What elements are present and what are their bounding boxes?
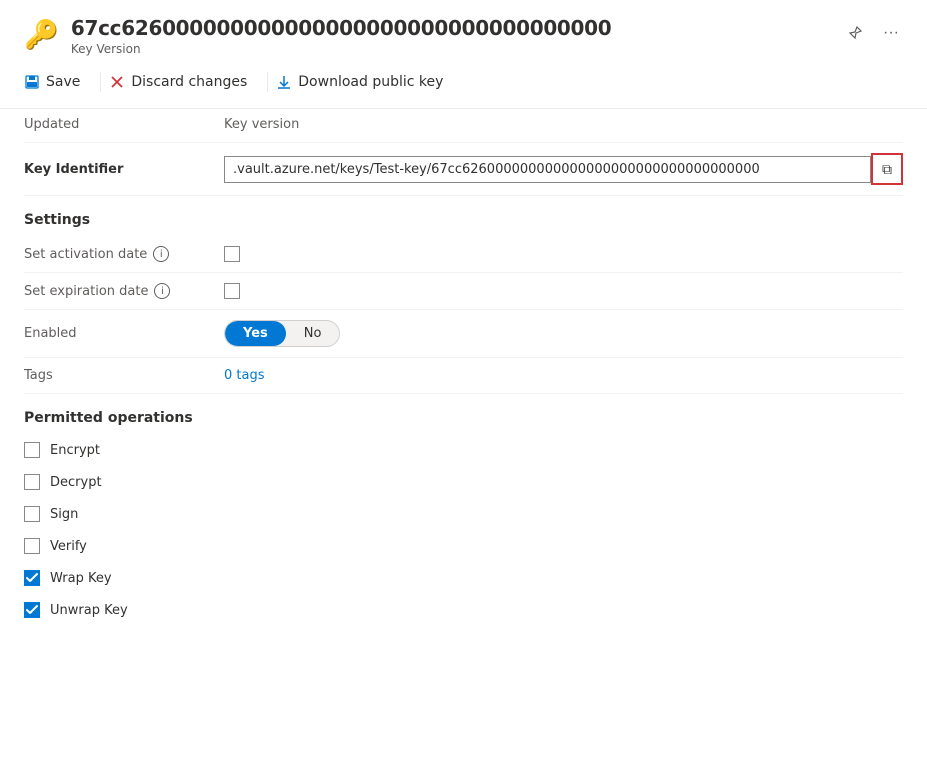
page-title: 67cc626000000000000000000000000000000000 [71, 16, 831, 40]
copy-button[interactable]: ⧉ [871, 153, 903, 185]
expiration-date-value [224, 283, 903, 299]
page-subtitle: Key Version [71, 42, 831, 56]
tags-label: Tags [24, 368, 224, 383]
wrap-key-row: Wrap Key [24, 562, 903, 594]
updated-text: Key version [224, 117, 299, 132]
verify-label: Verify [50, 539, 87, 554]
save-label: Save [46, 74, 80, 90]
download-label: Download public key [298, 74, 443, 90]
decrypt-row: Decrypt [24, 466, 903, 498]
expiration-info-icon[interactable]: i [154, 283, 170, 299]
encrypt-label: Encrypt [50, 443, 100, 458]
activation-date-value [224, 246, 903, 262]
permitted-operations-heading: Permitted operations [24, 394, 903, 434]
discard-label: Discard changes [131, 74, 247, 90]
unwrap-key-label: Unwrap Key [50, 603, 128, 618]
unwrap-key-check-icon [24, 602, 40, 618]
content-area: Updated Key version Key Identifier ⧉ Set… [0, 109, 927, 626]
activation-info-icon[interactable]: i [153, 246, 169, 262]
activation-date-label: Set activation date i [24, 246, 224, 262]
decrypt-label: Decrypt [50, 475, 102, 490]
toolbar-separator-2 [267, 72, 268, 92]
enabled-label: Enabled [24, 326, 224, 341]
expiration-date-row: Set expiration date i [24, 273, 903, 310]
settings-heading: Settings [24, 196, 903, 236]
key-identifier-row: Key Identifier ⧉ [24, 143, 903, 196]
key-identifier-input[interactable] [224, 156, 871, 183]
tags-row: Tags 0 tags [24, 358, 903, 394]
key-identifier-value: ⧉ [224, 153, 903, 185]
toggle-no[interactable]: No [286, 321, 340, 346]
more-button[interactable]: ··· [879, 20, 903, 46]
updated-value: Key version [224, 117, 903, 132]
enabled-toggle-container: Yes No [224, 320, 903, 347]
tags-link[interactable]: 0 tags [224, 368, 265, 383]
wrap-key-check-icon [24, 570, 40, 586]
verify-row: Verify [24, 530, 903, 562]
tags-value: 0 tags [224, 368, 903, 383]
pin-button[interactable] [843, 21, 867, 45]
sign-label: Sign [50, 507, 78, 522]
wrap-key-label: Wrap Key [50, 571, 112, 586]
download-button[interactable]: Download public key [276, 68, 455, 96]
more-icon: ··· [883, 24, 899, 42]
unwrap-key-row: Unwrap Key [24, 594, 903, 626]
verify-checkbox[interactable] [24, 538, 40, 554]
activation-date-checkbox[interactable] [224, 246, 240, 262]
decrypt-checkbox[interactable] [24, 474, 40, 490]
copy-icon: ⧉ [882, 161, 892, 178]
discard-icon [109, 74, 125, 90]
toggle-yes[interactable]: Yes [225, 321, 286, 346]
updated-row: Updated Key version [24, 109, 903, 143]
unwrap-key-checkbox-checked[interactable] [24, 602, 40, 618]
save-icon [24, 74, 40, 90]
header-text: 67cc626000000000000000000000000000000000… [71, 16, 831, 56]
save-button[interactable]: Save [24, 68, 92, 96]
download-icon [276, 74, 292, 90]
sign-row: Sign [24, 498, 903, 530]
encrypt-row: Encrypt [24, 434, 903, 466]
activation-date-row: Set activation date i [24, 236, 903, 273]
toolbar: Save Discard changes Download public key [0, 64, 927, 109]
encrypt-checkbox[interactable] [24, 442, 40, 458]
page-header: 🔑 67cc6260000000000000000000000000000000… [0, 0, 927, 64]
updated-label: Updated [24, 117, 224, 132]
expiration-date-label: Set expiration date i [24, 283, 224, 299]
enabled-row: Enabled Yes No [24, 310, 903, 358]
wrap-key-checkbox-checked[interactable] [24, 570, 40, 586]
header-actions: ··· [843, 20, 903, 46]
toolbar-separator-1 [100, 72, 101, 92]
discard-button[interactable]: Discard changes [109, 68, 259, 96]
expiration-date-checkbox[interactable] [224, 283, 240, 299]
enabled-toggle[interactable]: Yes No [224, 320, 340, 347]
sign-checkbox[interactable] [24, 506, 40, 522]
key-identifier-label: Key Identifier [24, 162, 224, 177]
pin-icon [847, 25, 863, 41]
key-icon: 🔑 [24, 18, 59, 51]
